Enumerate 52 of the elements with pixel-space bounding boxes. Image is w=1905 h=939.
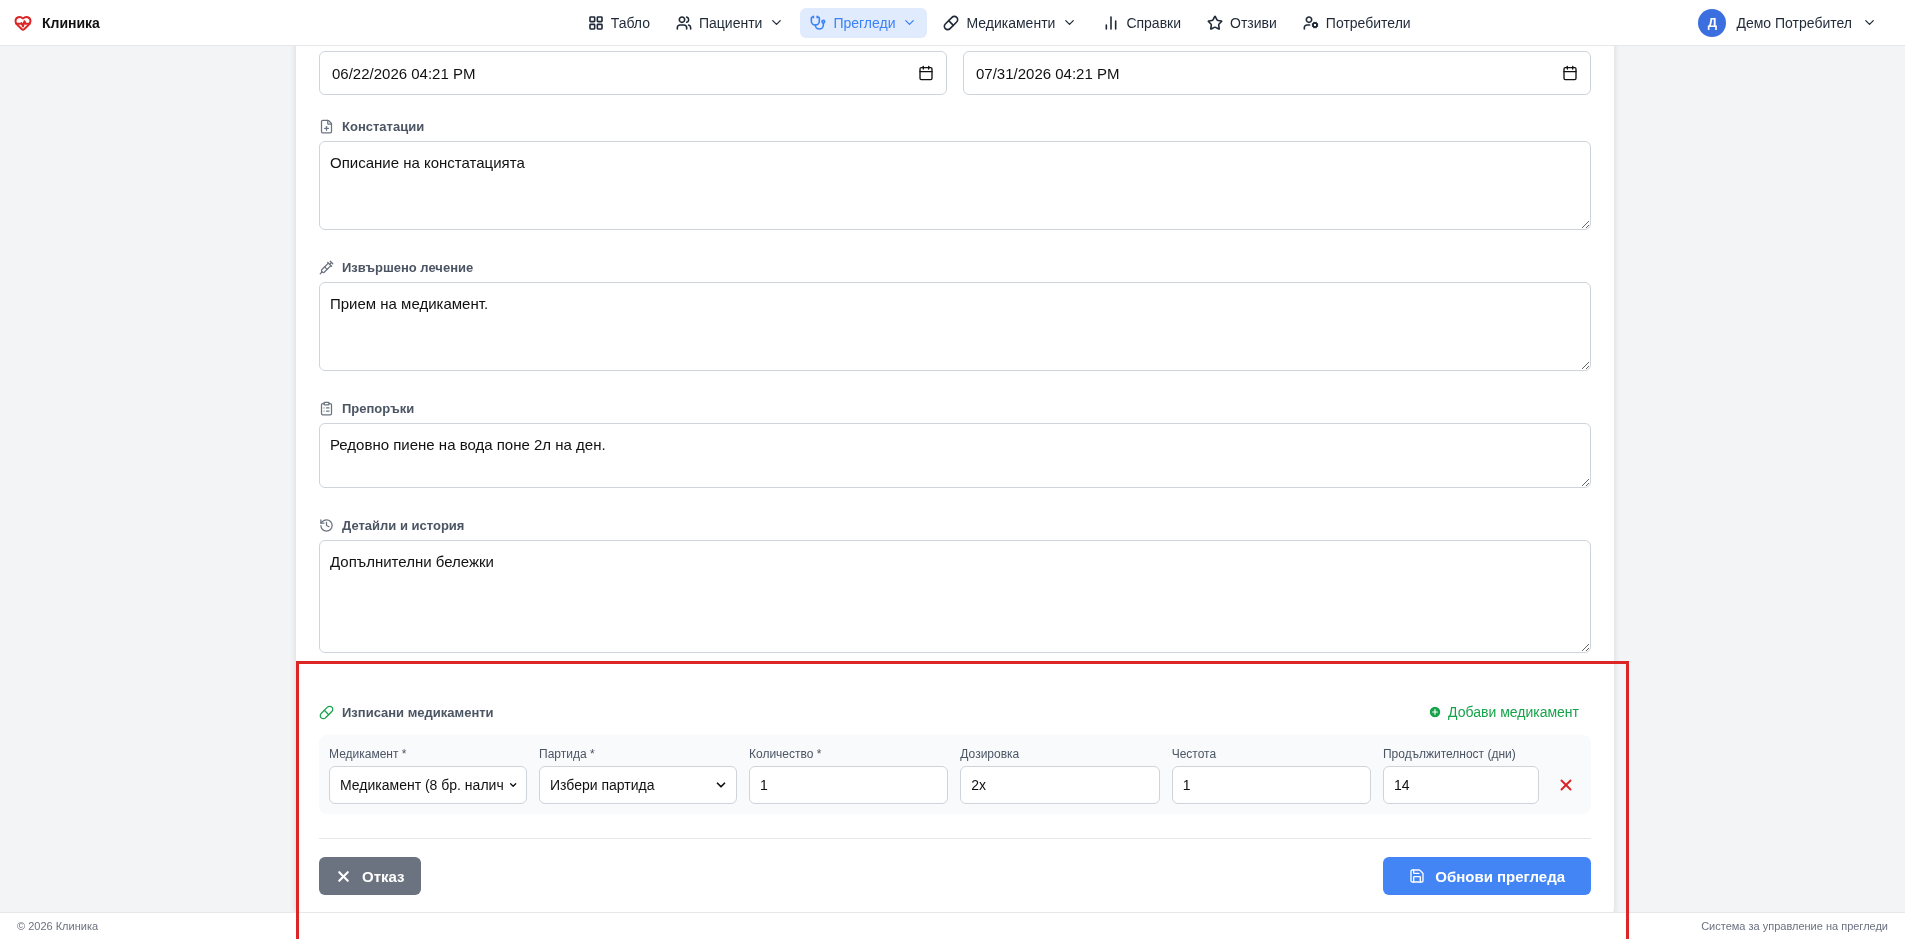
user-menu[interactable]: Д Демо Потребител	[1698, 8, 1877, 37]
date-input[interactable]: 06/22/2026 04:21 PM	[319, 51, 947, 95]
nav-item[interactable]: Табло	[577, 7, 660, 38]
users-icon	[675, 14, 692, 31]
plus-circle-icon	[1428, 705, 1443, 719]
footer-text: © 2026 Клиника	[17, 920, 99, 932]
text-area[interactable]: Допълнителни бележки	[319, 540, 1591, 653]
field-label: Препоръки	[342, 401, 415, 416]
input-field[interactable]: 2x	[960, 766, 1160, 804]
user-avatar: Д	[1698, 8, 1727, 37]
input-field[interactable]: 1	[1171, 766, 1371, 804]
select-field[interactable]: Медикамент (8 бр. налич	[329, 766, 527, 804]
brand-logo[interactable]: Клиника	[14, 13, 100, 32]
stethoscope-icon	[810, 14, 827, 31]
pill-icon	[943, 14, 960, 31]
nav-item[interactable]: Медикаменти	[933, 7, 1088, 38]
grid-icon	[587, 14, 604, 31]
text-area[interactable]: Прием на медикамент.	[319, 282, 1591, 371]
section-title: Изписани медикаменти	[342, 704, 494, 720]
column-label: Продължителност (дни)	[1383, 747, 1517, 761]
nav-item[interactable]: Пациенти	[665, 7, 795, 38]
calendar-icon	[918, 65, 934, 81]
date-input[interactable]: 07/31/2026 04:21 PM	[963, 51, 1591, 95]
nav-item[interactable]: Отзиви	[1197, 7, 1287, 38]
input-field[interactable]: 14	[1383, 766, 1539, 804]
nav-item[interactable]: Потребители	[1292, 7, 1421, 38]
pill-icon	[319, 704, 334, 720]
history-icon	[319, 518, 334, 533]
cancel-button[interactable]: Отказ	[319, 857, 421, 895]
column-label: Партида *	[539, 747, 596, 761]
text-area[interactable]: Описание на констатацията	[319, 141, 1591, 230]
field-label: Констатации	[342, 119, 425, 134]
save-icon	[1409, 868, 1426, 884]
text-area[interactable]: Редовно пиене на вода поне 2л на ден.	[319, 423, 1591, 488]
field-label: Детайли и история	[342, 518, 465, 533]
column-label: Медикамент *	[329, 747, 408, 761]
column-label: Честота	[1171, 747, 1218, 761]
syringe-icon	[319, 260, 334, 275]
input-field[interactable]: 1	[749, 766, 949, 804]
star-icon	[1207, 14, 1224, 31]
calendar-icon	[1562, 65, 1578, 81]
footer-text: Система за управление на прегледи	[1701, 920, 1888, 932]
close-icon	[1557, 776, 1575, 794]
clipboard-icon	[319, 401, 334, 416]
column-label: Количество *	[749, 747, 823, 761]
submit-button[interactable]: Обнови прегледа	[1383, 857, 1591, 895]
select-field[interactable]: Избери партида	[539, 766, 737, 804]
field-label: Извършено лечение	[342, 260, 474, 275]
column-label: Дозировка	[960, 747, 1021, 761]
user-gear-icon	[1302, 14, 1319, 31]
file-plus-icon	[319, 119, 334, 134]
nav-item[interactable]: Справки	[1093, 7, 1192, 38]
